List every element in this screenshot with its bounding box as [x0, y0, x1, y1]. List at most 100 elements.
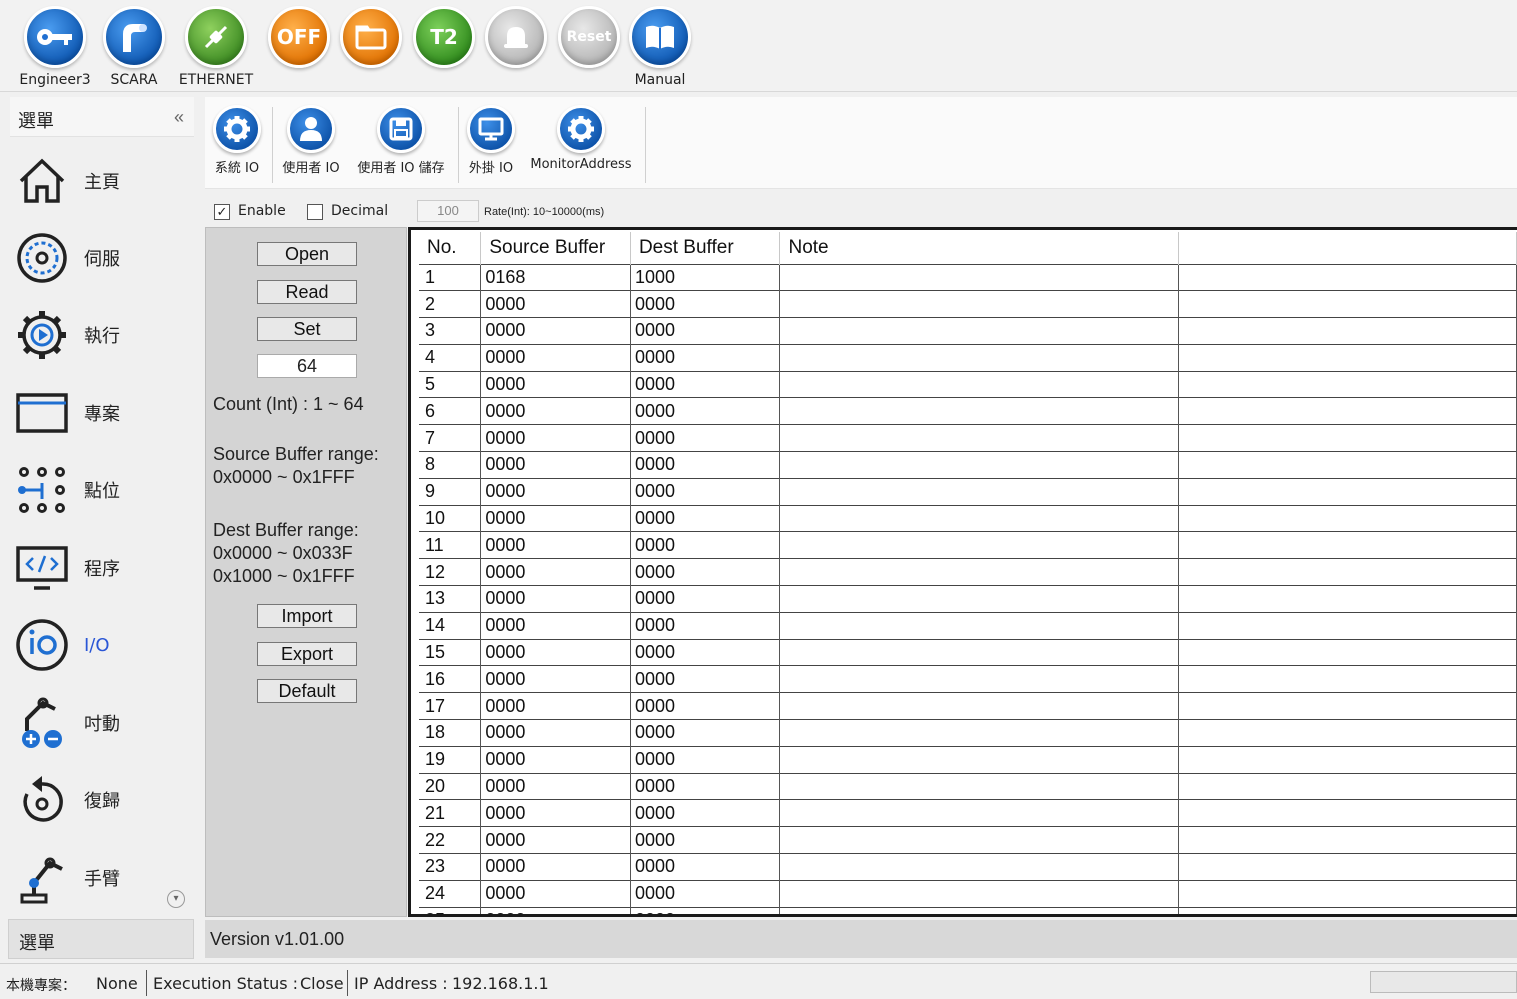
- table-cell[interactable]: [1178, 745, 1517, 774]
- table-cell[interactable]: 0000: [630, 504, 781, 532]
- sidebar-item-run[interactable]: 執行: [14, 299, 190, 371]
- table-cell[interactable]: 0000: [630, 853, 781, 881]
- table-cell[interactable]: [779, 879, 1179, 908]
- table-cell[interactable]: [1178, 504, 1517, 532]
- table-cell[interactable]: [1178, 370, 1517, 398]
- table-row[interactable]: 8 0000 0000: [419, 451, 1517, 479]
- table-cell[interactable]: 8: [419, 451, 482, 479]
- export-button[interactable]: Export: [257, 642, 357, 666]
- table-cell[interactable]: [1178, 719, 1517, 747]
- table-cell[interactable]: 0000: [630, 317, 781, 345]
- table-row[interactable]: 2 0000 0000: [419, 290, 1517, 318]
- user-io-save-button[interactable]: 使用者 IO 儲存: [355, 105, 447, 176]
- sidebar-item-program[interactable]: 程序: [14, 532, 190, 604]
- table-cell[interactable]: 24: [419, 879, 482, 908]
- table-row[interactable]: 20 0000 0000: [419, 772, 1517, 800]
- table-cell[interactable]: 18: [419, 719, 482, 747]
- table-cell[interactable]: 2: [419, 290, 482, 318]
- table-cell[interactable]: [779, 290, 1179, 318]
- table-row[interactable]: 9 0000 0000: [419, 477, 1517, 506]
- table-row[interactable]: 22 0000 0000: [419, 826, 1517, 854]
- table-row[interactable]: 3 0000 0000: [419, 317, 1517, 345]
- table-cell[interactable]: 0000: [630, 424, 781, 452]
- table-cell[interactable]: [779, 477, 1179, 506]
- table-cell[interactable]: 0000: [480, 906, 631, 914]
- table-cell[interactable]: 0000: [480, 772, 631, 800]
- table-cell[interactable]: [1178, 692, 1517, 720]
- table-cell[interactable]: 0000: [630, 745, 781, 774]
- table-cell[interactable]: 0000: [630, 585, 781, 613]
- table-cell[interactable]: [779, 826, 1179, 854]
- sidebar-item-homing[interactable]: 復歸: [14, 764, 190, 836]
- table-cell[interactable]: [779, 665, 1179, 693]
- table-cell[interactable]: 0000: [480, 692, 631, 720]
- table-cell[interactable]: 20: [419, 772, 482, 800]
- column-header[interactable]: Note: [779, 232, 1179, 264]
- table-cell[interactable]: 1000: [630, 263, 781, 291]
- table-cell[interactable]: [1178, 879, 1517, 908]
- table-cell[interactable]: 12: [419, 558, 482, 586]
- table-cell[interactable]: [1178, 477, 1517, 506]
- table-cell[interactable]: 0000: [480, 290, 631, 318]
- table-cell[interactable]: [1178, 451, 1517, 479]
- sidebar-scroll-down-button[interactable]: ▾: [167, 890, 185, 908]
- table-row[interactable]: 5 0000 0000: [419, 370, 1517, 398]
- table-cell[interactable]: 0000: [630, 451, 781, 479]
- table-cell[interactable]: [1178, 397, 1517, 425]
- table-cell[interactable]: 0000: [480, 397, 631, 425]
- reset-button[interactable]: Reset: [549, 6, 629, 90]
- table-cell[interactable]: 0000: [630, 826, 781, 854]
- engineer-login-button[interactable]: Engineer3: [15, 6, 95, 90]
- table-cell[interactable]: 7: [419, 424, 482, 452]
- table-cell[interactable]: 15: [419, 638, 482, 666]
- system-io-button[interactable]: 系統 IO: [211, 105, 263, 176]
- table-cell[interactable]: [779, 906, 1179, 914]
- table-cell[interactable]: 16: [419, 665, 482, 693]
- sidebar-item-jog[interactable]: 吋動: [14, 687, 190, 759]
- table-row[interactable]: 19 0000 0000: [419, 745, 1517, 774]
- table-cell[interactable]: [1178, 343, 1517, 372]
- sidebar-item-io[interactable]: I/O: [14, 609, 190, 681]
- enable-checkbox[interactable]: ✓: [214, 204, 230, 220]
- sidebar-item-points[interactable]: 點位: [14, 454, 190, 526]
- table-row[interactable]: 12 0000 0000: [419, 558, 1517, 586]
- servo-off-button[interactable]: OFF: [259, 6, 339, 90]
- table-cell[interactable]: [779, 745, 1179, 774]
- sidebar-item-project[interactable]: 專案: [14, 377, 190, 449]
- table-cell[interactable]: [1178, 638, 1517, 666]
- table-cell[interactable]: 0000: [480, 611, 631, 640]
- table-cell[interactable]: 4: [419, 343, 482, 372]
- manual-button[interactable]: Manual: [620, 6, 700, 90]
- table-cell[interactable]: [779, 638, 1179, 666]
- column-header[interactable]: Source Buffer: [480, 232, 631, 264]
- table-cell[interactable]: 0000: [630, 370, 781, 398]
- table-cell[interactable]: 0000: [630, 397, 781, 425]
- table-row[interactable]: 6 0000 0000: [419, 397, 1517, 425]
- table-cell[interactable]: 0000: [630, 611, 781, 640]
- user-io-button[interactable]: 使用者 IO: [280, 105, 342, 176]
- table-cell[interactable]: [1178, 665, 1517, 693]
- table-cell[interactable]: 0000: [480, 585, 631, 613]
- table-cell[interactable]: 0000: [480, 879, 631, 908]
- table-row[interactable]: 13 0000 0000: [419, 585, 1517, 613]
- table-cell[interactable]: 0000: [630, 477, 781, 506]
- table-cell[interactable]: 23: [419, 853, 482, 881]
- table-cell[interactable]: 0000: [630, 343, 781, 372]
- import-button[interactable]: Import: [257, 604, 357, 628]
- table-cell[interactable]: 14: [419, 611, 482, 640]
- table-row[interactable]: 14 0000 0000: [419, 611, 1517, 640]
- monitor-address-button[interactable]: MonitorAddress: [527, 105, 635, 172]
- sidebar-item-home[interactable]: 主頁: [14, 145, 190, 217]
- table-cell[interactable]: [1178, 611, 1517, 640]
- table-cell[interactable]: 13: [419, 585, 482, 613]
- table-cell[interactable]: 0000: [480, 638, 631, 666]
- table-cell[interactable]: 0000: [630, 531, 781, 559]
- table-cell[interactable]: 0000: [630, 638, 781, 666]
- table-row[interactable]: 24 0000 0000: [419, 879, 1517, 908]
- table-cell[interactable]: 19: [419, 745, 482, 774]
- alarm-button[interactable]: [476, 6, 556, 90]
- set-button[interactable]: Set: [257, 317, 357, 341]
- table-cell[interactable]: 0000: [630, 719, 781, 747]
- table-row[interactable]: 1 0168 1000: [419, 263, 1517, 291]
- table-cell[interactable]: 3: [419, 317, 482, 345]
